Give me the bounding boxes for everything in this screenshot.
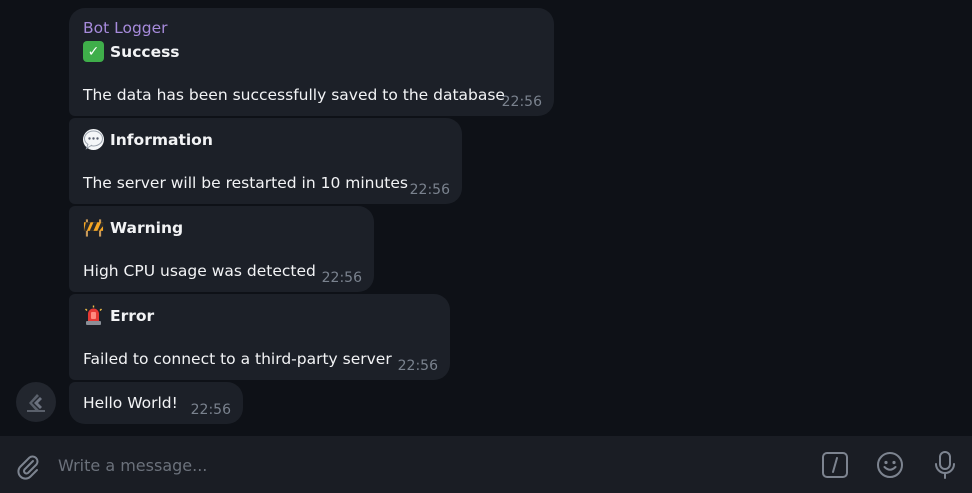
message-text: Failed to connect to a third-party serve…	[83, 350, 392, 368]
message-text: The data has been successfully saved to …	[83, 86, 505, 104]
bot-avatar[interactable]	[16, 382, 56, 422]
message-title-row: ✓ Success	[83, 41, 180, 62]
message-text: The server will be restarted in 10 minut…	[83, 174, 408, 192]
message-title: Warning	[110, 218, 184, 237]
message-bubble[interactable]: Warning High CPU usage was detected 22:5…	[69, 206, 374, 292]
message-text: Hello World!	[83, 394, 178, 412]
message-time: 22:56	[501, 94, 542, 110]
message-bubble[interactable]: Bot Logger ✓ Success The data has been s…	[69, 8, 554, 116]
message-title-row: Warning	[83, 217, 183, 238]
chat-history: Bot Logger ✓ Success The data has been s…	[0, 0, 972, 436]
paperclip-icon[interactable]	[14, 452, 42, 480]
bot-logo-icon	[27, 394, 45, 412]
message-title-row: Information	[83, 129, 213, 150]
message-title: Error	[110, 306, 155, 325]
message-text: High CPU usage was detected	[83, 262, 316, 280]
message-title-row: Error	[83, 305, 154, 326]
message-bubble[interactable]: Hello World! 22:56	[69, 382, 243, 424]
message-title: Information	[110, 130, 213, 149]
message-composer	[0, 436, 972, 493]
message-bubble[interactable]: Error Failed to connect to a third-party…	[69, 294, 450, 380]
message-input[interactable]	[56, 446, 800, 484]
message-time: 22:56	[409, 182, 450, 198]
microphone-icon[interactable]	[930, 450, 960, 480]
message-title: Success	[110, 42, 180, 61]
message-time: 22:56	[321, 270, 362, 286]
message-time: 22:56	[190, 402, 231, 418]
emoji-icon[interactable]	[875, 450, 905, 480]
speech-bubble-icon	[83, 129, 104, 150]
check-mark-icon: ✓	[83, 41, 104, 62]
police-light-icon	[83, 305, 104, 326]
sender-name[interactable]: Bot Logger	[83, 19, 168, 37]
bot-commands-icon[interactable]	[820, 450, 850, 480]
construction-barrier-icon	[83, 217, 104, 238]
message-bubble[interactable]: Information The server will be restarted…	[69, 118, 462, 204]
message-time: 22:56	[397, 358, 438, 374]
